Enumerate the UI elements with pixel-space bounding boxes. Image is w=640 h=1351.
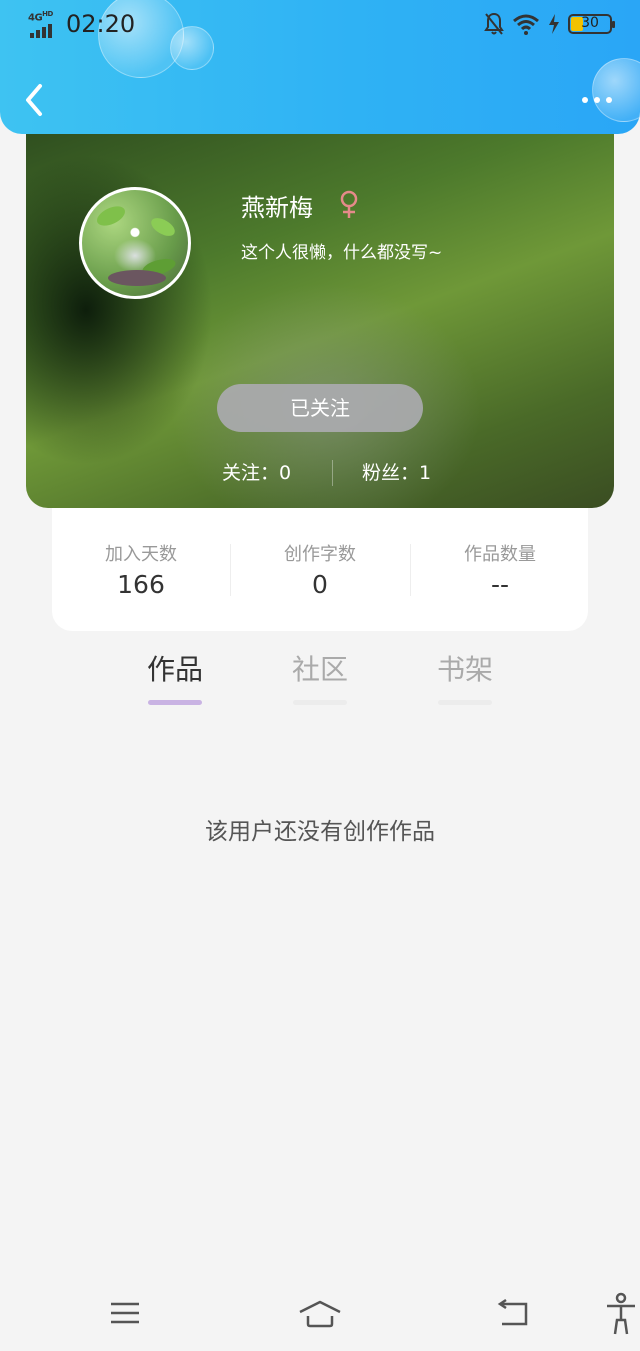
battery-level: 30: [581, 15, 599, 31]
tab-label: 作品: [146, 653, 203, 686]
follow-button[interactable]: 已关注: [217, 384, 423, 432]
tab-works[interactable]: 作品: [130, 648, 220, 705]
stat-value: 0: [312, 570, 328, 599]
top-header: 4GHD 02:20 30: [0, 0, 640, 134]
fans-count[interactable]: 粉丝：1: [362, 458, 431, 485]
empty-state-message: 该用户还没有创作作品: [205, 819, 435, 845]
tab-indicator: [293, 700, 347, 705]
stat-label: 创作字数: [284, 544, 356, 565]
network-type: 4GHD: [28, 10, 53, 24]
stat-label: 作品数量: [464, 544, 536, 565]
back-chevron-icon: [26, 84, 42, 116]
more-dots-icon: [582, 97, 588, 103]
stat-join-days: 加入天数 166: [52, 540, 230, 599]
system-nav-bar: [0, 1278, 640, 1351]
stat-value: 166: [117, 570, 165, 599]
tab-label: 书架: [436, 653, 493, 686]
stat-label: 加入天数: [105, 544, 177, 565]
back-icon[interactable]: [496, 1298, 532, 1328]
follow-counts: 关注：0 粉丝：1: [26, 458, 614, 488]
system-icons: 30: [484, 12, 615, 36]
female-icon: [340, 190, 358, 218]
stat-word-count: 创作字数 0: [231, 540, 409, 599]
battery-icon: 30: [568, 14, 615, 34]
accessibility-icon[interactable]: [604, 1292, 638, 1336]
bell-off-icon: [484, 12, 504, 35]
stat-value: --: [490, 570, 510, 599]
wifi-icon: [513, 14, 539, 35]
user-bio: 这个人很懒，什么都没写~: [241, 243, 443, 263]
stat-works-count: 作品数量 --: [411, 540, 589, 599]
charging-icon: [549, 14, 559, 34]
tab-bookshelf[interactable]: 书架: [420, 648, 510, 705]
home-icon[interactable]: [298, 1298, 342, 1328]
tab-indicator: [438, 700, 492, 705]
divider: [332, 460, 333, 486]
tab-community[interactable]: 社区: [275, 648, 365, 705]
back-button[interactable]: [22, 80, 50, 120]
status-bar: 4GHD 02:20 30: [0, 0, 640, 52]
clock: 02:20: [66, 10, 136, 38]
following-count[interactable]: 关注：0: [222, 458, 291, 485]
menu-icon[interactable]: [108, 1298, 142, 1328]
stats-card: 加入天数 166 创作字数 0 作品数量 --: [52, 508, 588, 631]
profile-banner: 燕新梅 这个人很懒，什么都没写~ 已关注 关注：0 粉丝：1: [26, 110, 614, 508]
tab-label: 社区: [291, 653, 348, 686]
content-tabs: 作品 社区 书架: [0, 648, 640, 708]
more-button[interactable]: [576, 90, 612, 110]
tab-indicator: [148, 700, 202, 705]
user-name: 燕新梅: [241, 194, 313, 222]
avatar[interactable]: [79, 187, 191, 299]
signal-icon: 4GHD: [28, 10, 58, 38]
